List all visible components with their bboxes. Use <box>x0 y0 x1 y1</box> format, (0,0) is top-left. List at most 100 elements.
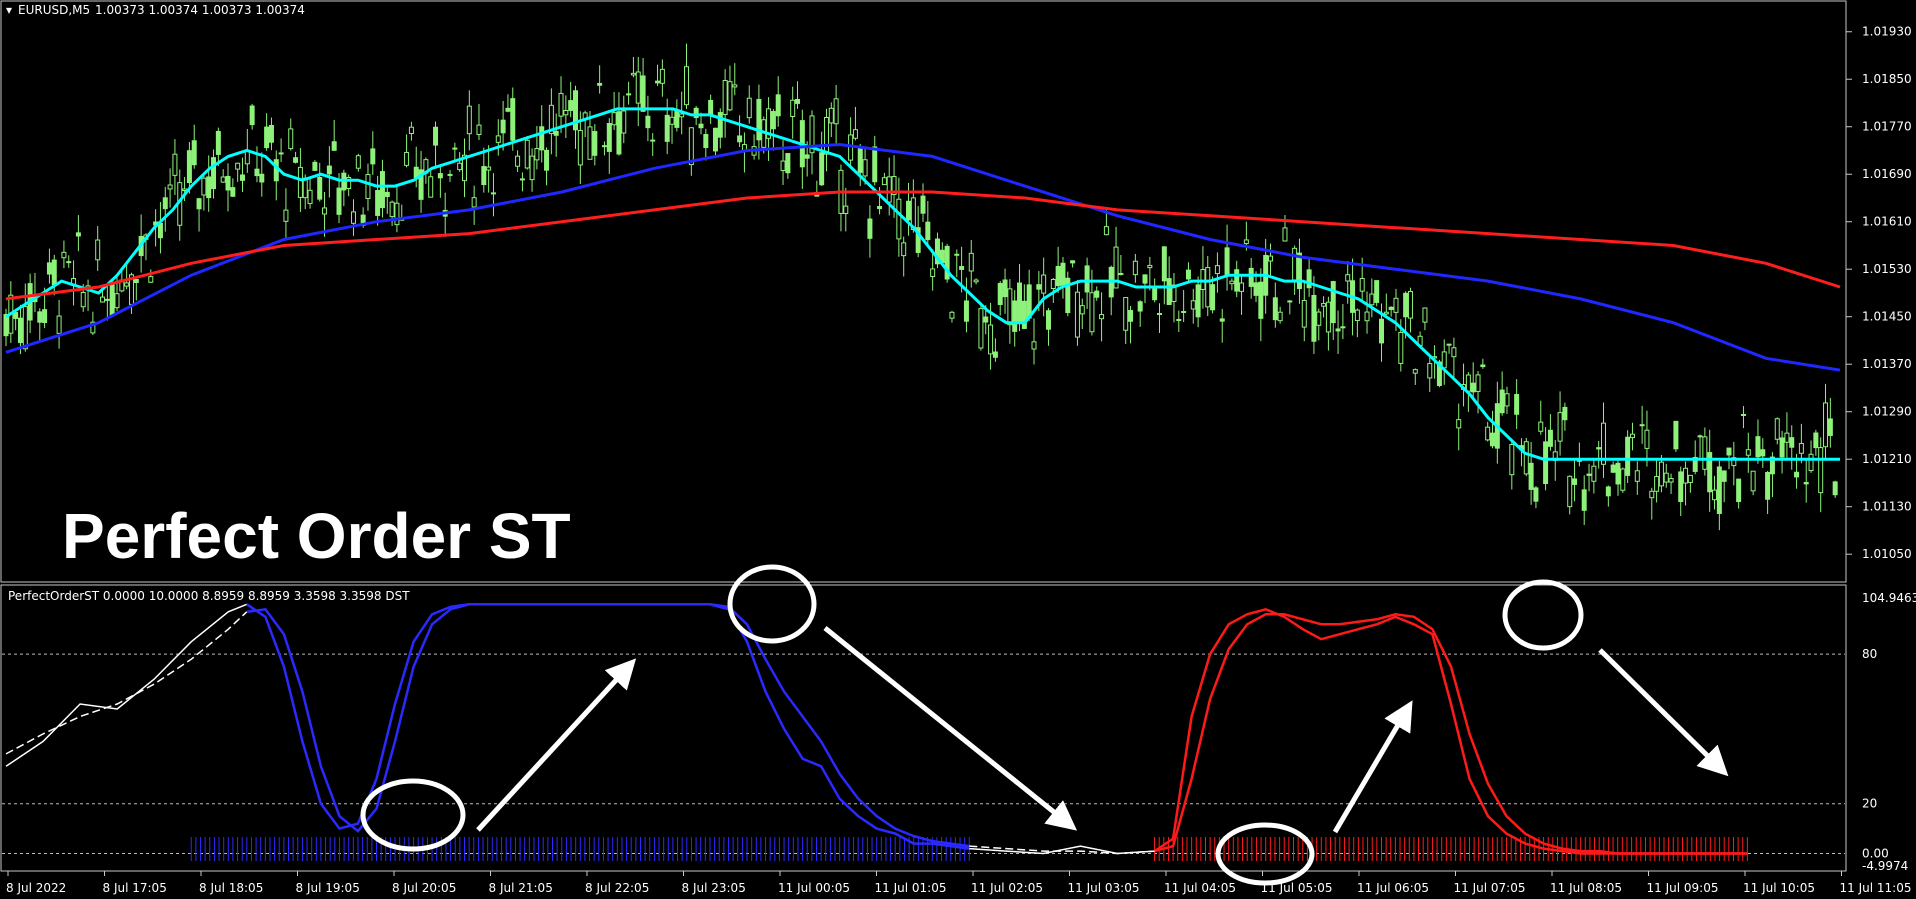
candle-body <box>925 221 931 241</box>
candle-body <box>109 282 115 316</box>
price-tick-label: 1.01050 <box>1862 547 1912 561</box>
candle-body <box>201 177 207 196</box>
chart-canvas: ▾ EURUSD,M5 1.00373 1.00374 1.00373 1.00… <box>0 0 1916 895</box>
candle-body <box>1321 303 1327 307</box>
candle-body <box>1470 382 1476 393</box>
candle-body <box>877 206 883 210</box>
candle-body <box>558 92 564 117</box>
candle-body <box>790 99 796 117</box>
candle-body <box>1538 421 1544 432</box>
candle-body <box>553 130 559 136</box>
candle-body <box>1272 297 1278 321</box>
candle-body <box>1253 282 1259 296</box>
candle-body <box>1094 290 1100 298</box>
annotation-arrow-3 <box>1332 700 1413 834</box>
candle-body <box>1639 424 1645 427</box>
time-label: 11 Jul 08:05 <box>1550 881 1622 895</box>
candle-body <box>211 157 217 190</box>
ma-line <box>5 142 1841 372</box>
time-label: 11 Jul 09:05 <box>1647 881 1719 895</box>
candle-body <box>1485 426 1491 441</box>
candle-body <box>534 148 540 161</box>
candle-body <box>732 84 738 88</box>
time-label: 8 Jul 19:05 <box>296 881 360 895</box>
candle-body <box>1118 272 1124 275</box>
level-tick-label: 20 <box>1862 797 1877 811</box>
candle-body <box>1248 267 1254 287</box>
oscillator-line <box>5 603 248 767</box>
candle-body <box>1301 299 1307 328</box>
candle-body <box>1716 466 1722 514</box>
price-tick-label: 1.01690 <box>1862 167 1912 181</box>
candle-body <box>1229 280 1235 285</box>
candle-body <box>727 81 733 111</box>
candle-body <box>1325 301 1331 333</box>
candle-body <box>659 68 665 84</box>
candle-body <box>288 128 294 150</box>
candle-body <box>626 93 632 96</box>
candle-body <box>148 276 154 283</box>
candle-body <box>46 262 52 275</box>
candle-body <box>476 124 482 135</box>
candle-body <box>1509 444 1515 476</box>
time-label: 8 Jul 23:05 <box>682 881 746 895</box>
annotation-arrow-2 <box>823 626 1078 831</box>
candle-body <box>1156 312 1162 315</box>
candle-body <box>1726 447 1732 456</box>
candle-body <box>592 131 598 156</box>
candle-body <box>331 141 337 151</box>
candle-body <box>587 126 593 160</box>
candle-body <box>191 140 197 166</box>
candle-body <box>804 154 810 159</box>
candle-body <box>1166 278 1172 305</box>
candle-body <box>857 146 863 173</box>
candle-body <box>1813 432 1819 449</box>
candle-body <box>650 139 656 142</box>
price-tick-label: 1.01450 <box>1862 310 1912 324</box>
candle-body <box>1832 481 1838 496</box>
candle-body <box>1572 478 1578 485</box>
candle-body <box>1543 441 1549 485</box>
oscillator-line <box>246 603 970 850</box>
time-label: 11 Jul 00:05 <box>778 881 850 895</box>
price-tick-label: 1.01210 <box>1862 452 1912 466</box>
candle-body <box>862 159 868 177</box>
candle-body <box>297 166 303 198</box>
candle-body <box>490 192 496 195</box>
candle-body <box>1591 465 1597 482</box>
candle-body <box>1224 247 1230 276</box>
candle-body <box>1311 294 1317 342</box>
candle-body <box>688 127 694 166</box>
candle-body <box>1760 449 1766 457</box>
time-label: 11 Jul 10:05 <box>1743 881 1815 895</box>
candle-body <box>433 126 439 146</box>
candle-body <box>428 176 434 198</box>
candle-body <box>1683 467 1689 484</box>
candle-body <box>1823 402 1829 448</box>
candle-body <box>1128 310 1134 322</box>
oscillator-line <box>1153 607 1748 855</box>
candle-body <box>823 117 829 155</box>
symbol-triangle-icon[interactable]: ▾ <box>6 3 12 17</box>
candle-body <box>133 278 139 284</box>
annotation-arrow-1 <box>476 658 637 832</box>
candle-body <box>1620 468 1626 491</box>
candle-body <box>568 100 574 111</box>
candle-body <box>1036 284 1042 290</box>
candle-body <box>949 311 955 319</box>
candle-body <box>124 282 130 287</box>
candle-body <box>664 114 670 142</box>
candle-body <box>1210 284 1216 311</box>
candle-body <box>326 165 332 175</box>
candle-body <box>1634 470 1640 482</box>
price-tick-label: 1.01610 <box>1862 215 1912 229</box>
candle-body <box>1499 389 1505 414</box>
candle-body <box>259 173 265 183</box>
time-label: 11 Jul 11:05 <box>1840 881 1912 895</box>
candle-body <box>737 135 743 143</box>
candle-body <box>384 191 390 198</box>
candle-body <box>770 111 776 130</box>
candle-body <box>1021 300 1027 329</box>
candle-body <box>1176 318 1182 321</box>
price-tick-label: 1.01130 <box>1862 500 1912 514</box>
